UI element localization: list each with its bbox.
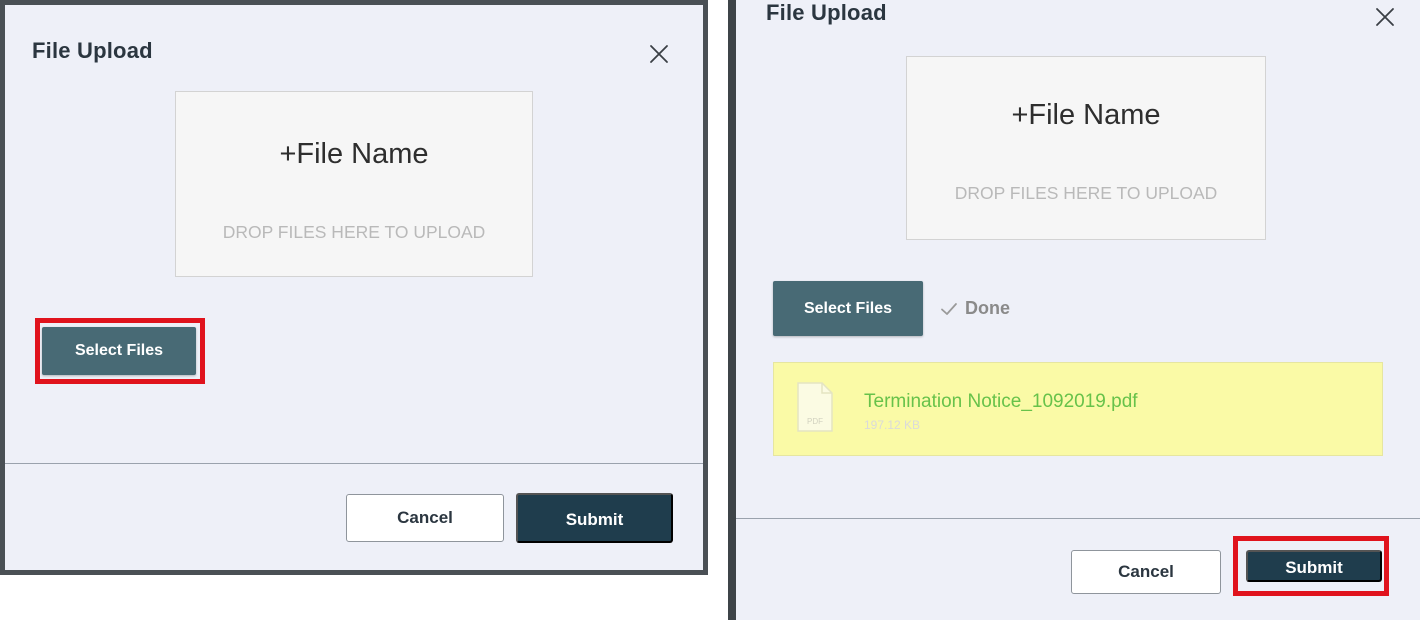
file-upload-dialog-initial: File Upload +File Name DROP FILES HERE T… [0, 0, 708, 575]
footer-divider [736, 518, 1420, 519]
cancel-button[interactable]: Cancel [346, 494, 504, 542]
pdf-icon-label: PDF [807, 417, 823, 426]
dropzone-title: +File Name [279, 138, 429, 170]
dropzone-title: +File Name [1011, 99, 1161, 131]
dialog-title: File Upload [766, 0, 887, 25]
select-files-button[interactable]: Select Files [773, 281, 923, 336]
close-icon[interactable] [1372, 4, 1398, 30]
submit-button[interactable]: Submit [1246, 550, 1382, 582]
dialog-title: File Upload [32, 38, 153, 63]
select-files-button[interactable]: Select Files [42, 327, 196, 375]
footer-divider [5, 463, 703, 464]
cancel-button[interactable]: Cancel [1071, 550, 1221, 594]
close-icon[interactable] [646, 41, 672, 67]
dropzone-hint: DROP FILES HERE TO UPLOAD [222, 222, 486, 242]
checkmark-icon [939, 299, 959, 319]
pdf-file-icon: PDF [796, 381, 834, 433]
file-upload-dialog-completed: File Upload +File Name DROP FILES HERE T… [728, 0, 1420, 620]
file-dropzone[interactable]: +File Name DROP FILES HERE TO UPLOAD [906, 56, 1266, 240]
status-label: Done [965, 298, 1010, 318]
uploaded-file-item: PDF Termination Notice_1092019.pdf 197.1… [773, 362, 1383, 456]
submit-button[interactable]: Submit [516, 493, 673, 543]
file-size: 197.12 KB [864, 418, 921, 432]
file-name: Termination Notice_1092019.pdf [864, 391, 1138, 412]
dropzone-hint: DROP FILES HERE TO UPLOAD [954, 183, 1218, 203]
file-dropzone[interactable]: +File Name DROP FILES HERE TO UPLOAD [175, 91, 533, 277]
upload-status: Done [939, 298, 1010, 319]
